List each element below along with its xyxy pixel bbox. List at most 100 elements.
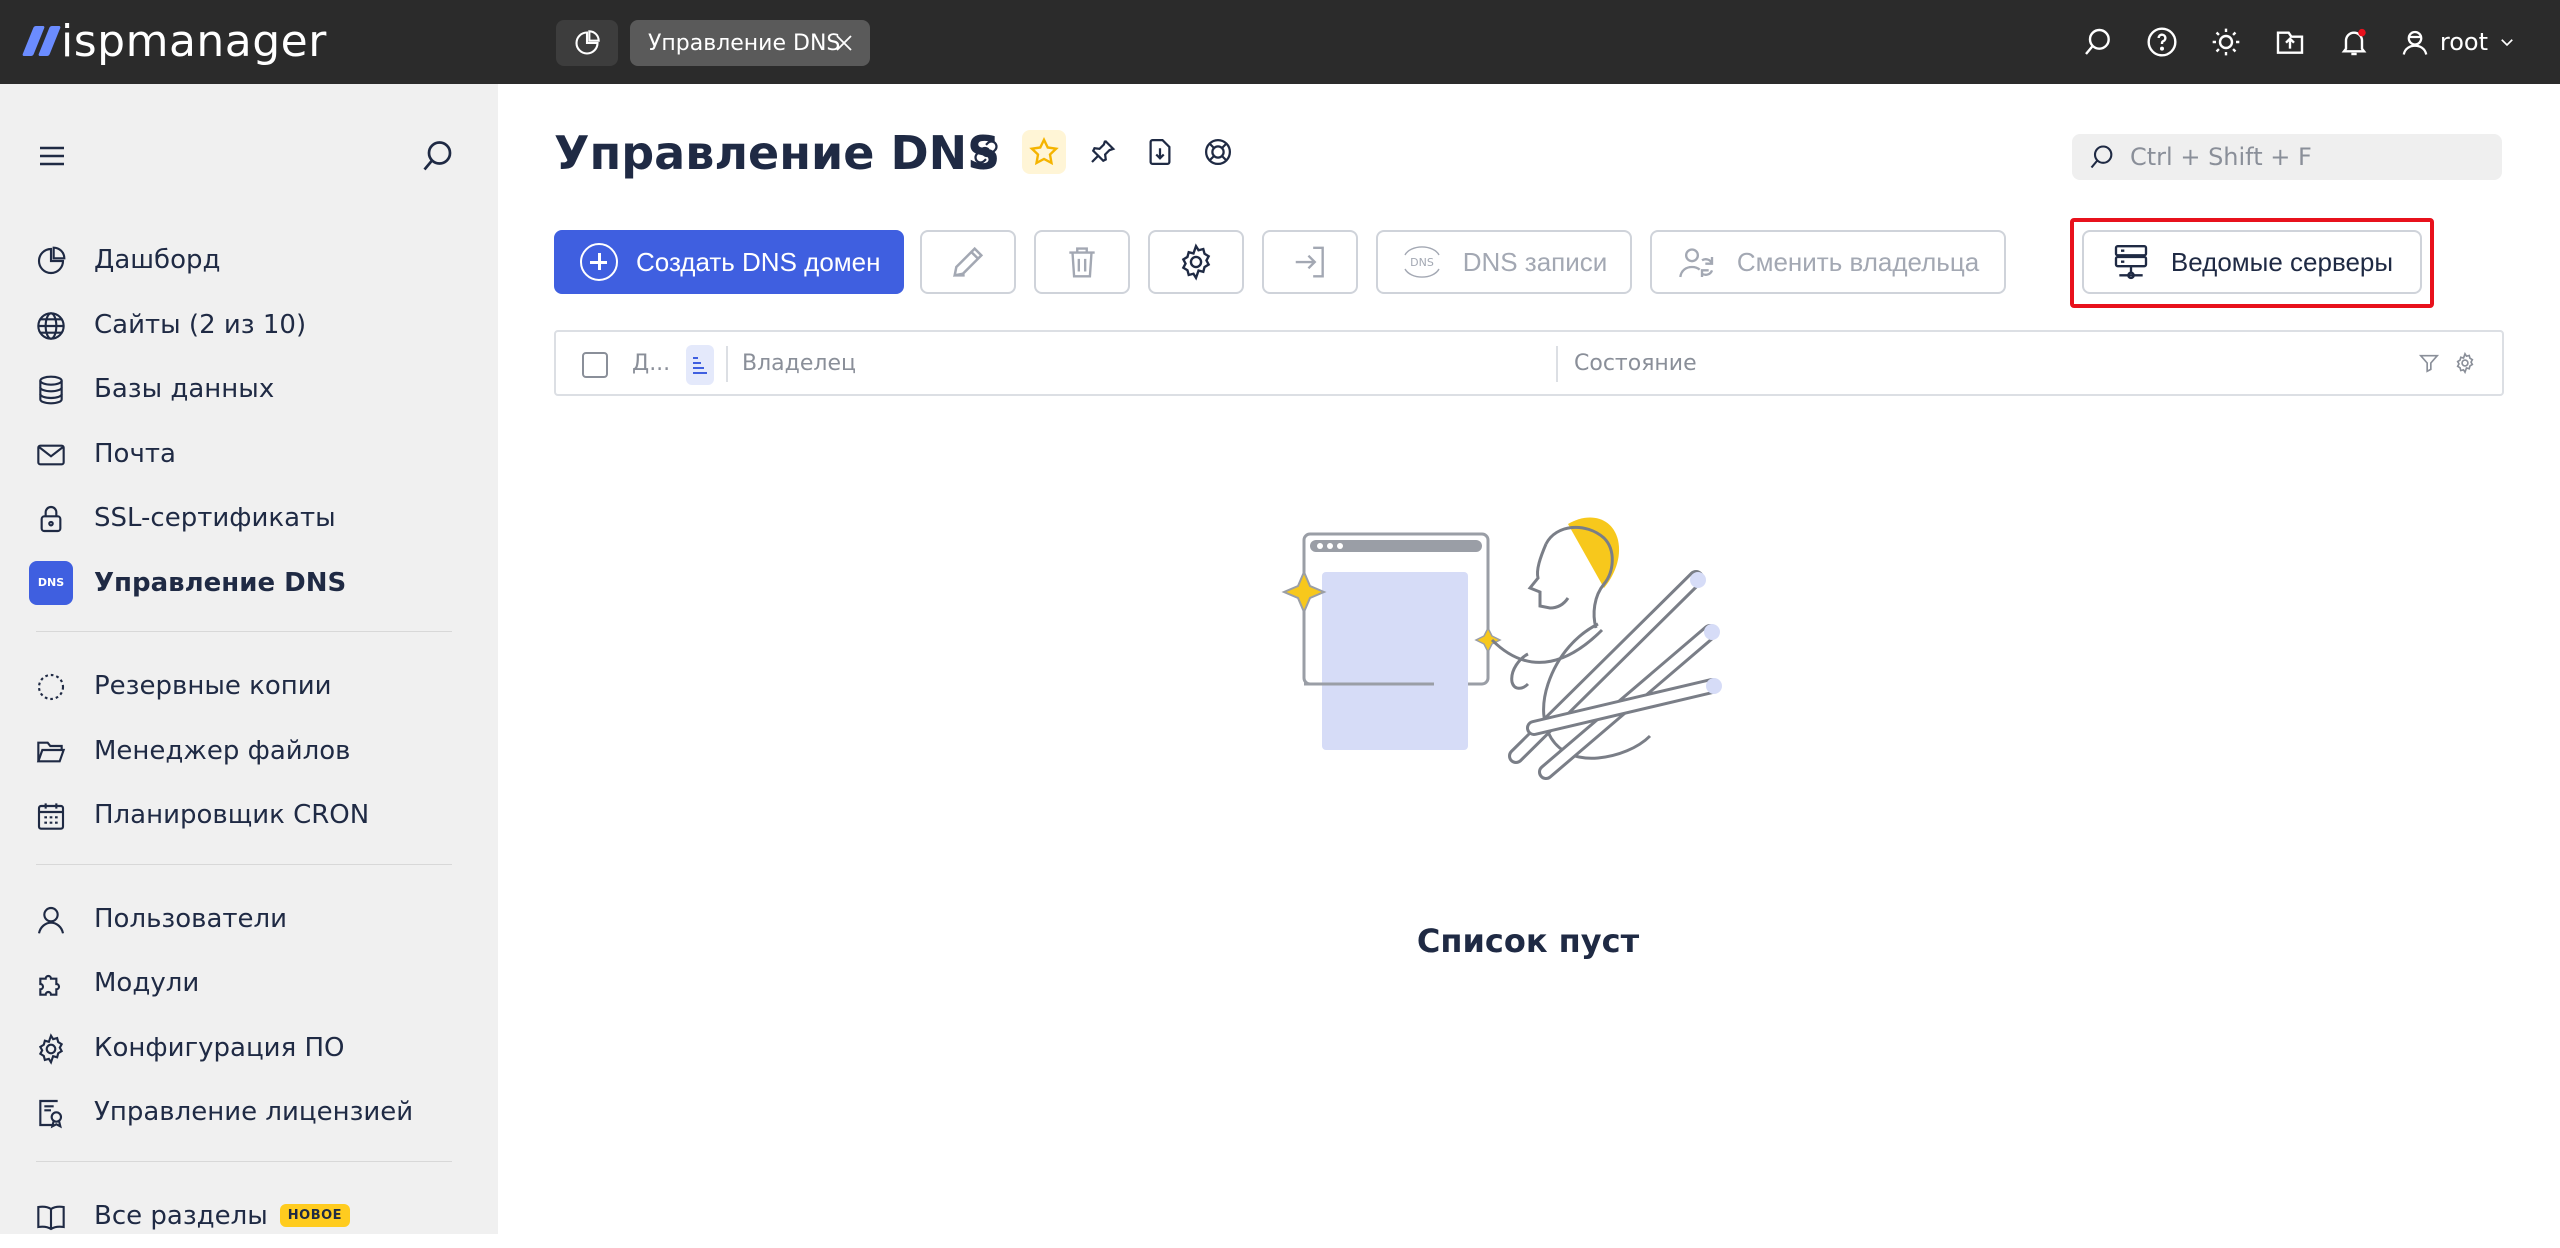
theme-icon[interactable] <box>2208 24 2244 60</box>
tab-label: Управление DNS <box>648 31 840 56</box>
edit-button[interactable] <box>920 230 1016 294</box>
dns-records-icon: DNS <box>1401 245 1443 279</box>
menu-icon[interactable] <box>36 140 68 172</box>
sidebar-item-label: Управление DNS <box>94 568 346 598</box>
support-icon[interactable] <box>1196 130 1240 174</box>
backup-icon <box>34 670 68 704</box>
dns-icon: DNS <box>29 561 73 605</box>
download-icon[interactable] <box>1138 130 1182 174</box>
sidebar-item-label: Все разделы <box>94 1201 268 1231</box>
dns-records-label: DNS записи <box>1463 247 1608 278</box>
sidebar-item-cron[interactable]: Планировщик CRON <box>0 783 498 848</box>
column-header-status[interactable]: Состояние <box>1574 332 1697 394</box>
create-dns-domain-label: Создать DNS домен <box>636 247 880 278</box>
top-bar: ispmanager Управление DNS root <box>0 0 2560 84</box>
user-menu[interactable]: root <box>2400 27 2516 57</box>
logo[interactable]: ispmanager <box>28 14 327 68</box>
pin-icon[interactable] <box>1080 130 1124 174</box>
dns-records-button[interactable]: DNS DNS записи <box>1376 230 1632 294</box>
sidebar-item-file-manager[interactable]: Менеджер файлов <box>0 719 498 784</box>
close-icon[interactable] <box>832 31 856 55</box>
servers-icon <box>2111 242 2151 282</box>
create-dns-domain-button[interactable]: Создать DNS домен <box>554 230 904 294</box>
user-avatar-icon <box>2400 27 2430 57</box>
settings-button[interactable] <box>1148 230 1244 294</box>
sidebar-item-modules[interactable]: Модули <box>0 951 498 1016</box>
search-icon <box>2088 143 2116 171</box>
plus-circle-icon <box>580 243 618 281</box>
dashboard-icon <box>573 29 601 57</box>
sidebar-item-all-sections[interactable]: Все разделы НОВОЕ <box>0 1184 498 1248</box>
tab-dashboard[interactable] <box>556 20 618 66</box>
calendar-icon <box>34 799 68 833</box>
sidebar-item-label: Менеджер файлов <box>94 736 351 766</box>
column-header-domain[interactable]: Д... <box>632 332 670 394</box>
tab-dns-management[interactable]: Управление DNS <box>630 20 870 66</box>
pencil-icon <box>948 242 988 282</box>
search-placeholder: Ctrl + Shift + F <box>2130 143 2312 171</box>
title-actions <box>964 130 1240 174</box>
sidebar-divider <box>36 1161 452 1162</box>
login-icon <box>1291 243 1329 281</box>
column-label: Состояние <box>1574 351 1697 376</box>
sidebar-item-software-config[interactable]: Конфигурация ПО <box>0 1016 498 1081</box>
sidebar-nav-tools: Резервные копии Менеджер файлов Планиров… <box>0 654 498 848</box>
sidebar: Дашборд Сайты (2 из 10) Базы данных Почт… <box>0 84 498 1234</box>
table-settings-icon[interactable] <box>2454 352 2476 374</box>
link-icon[interactable] <box>964 130 1008 174</box>
globe-icon <box>34 309 68 343</box>
dashboard-icon <box>34 244 68 278</box>
enter-button[interactable] <box>1262 230 1358 294</box>
svg-text:DNS: DNS <box>1410 256 1434 269</box>
slave-servers-label: Ведомые серверы <box>2171 247 2393 278</box>
sidebar-item-dashboard[interactable]: Дашборд <box>0 228 498 293</box>
sidebar-divider <box>36 631 452 632</box>
top-icons: root <box>2080 0 2516 84</box>
lock-icon <box>34 502 68 536</box>
sidebar-search-icon[interactable] <box>420 138 456 174</box>
change-owner-label: Сменить владельца <box>1737 247 1979 278</box>
upload-icon[interactable] <box>2272 24 2308 60</box>
sidebar-item-label: Управление лицензией <box>94 1097 413 1127</box>
sidebar-item-label: SSL-сертификаты <box>94 503 336 533</box>
slave-servers-button[interactable]: Ведомые серверы <box>2082 230 2422 294</box>
empty-state: Список пуст <box>998 504 2058 908</box>
sidebar-item-dns[interactable]: DNS Управление DNS <box>0 551 498 616</box>
delete-button[interactable] <box>1034 230 1130 294</box>
search-icon[interactable] <box>2080 24 2116 60</box>
global-search-input[interactable]: Ctrl + Shift + F <box>2072 134 2502 180</box>
sidebar-item-ssl[interactable]: SSL-сертификаты <box>0 486 498 551</box>
sidebar-item-mail[interactable]: Почта <box>0 422 498 487</box>
change-owner-icon <box>1677 242 1717 282</box>
book-icon <box>34 1200 68 1234</box>
sidebar-nav: Дашборд Сайты (2 из 10) Базы данных Почт… <box>0 228 498 615</box>
sidebar-item-label: Пользователи <box>94 904 287 934</box>
sidebar-nav-admin: Пользователи Модули Конфигурация ПО Упра… <box>0 887 498 1145</box>
column-label: Владелец <box>742 351 856 376</box>
sidebar-item-sites[interactable]: Сайты (2 из 10) <box>0 293 498 358</box>
sidebar-divider <box>36 864 452 865</box>
sort-icon[interactable] <box>686 345 714 385</box>
column-divider[interactable] <box>1556 346 1558 382</box>
sidebar-item-backups[interactable]: Резервные копии <box>0 654 498 719</box>
license-icon <box>34 1096 68 1130</box>
main-content: Управление DNS Ctrl + Shift + F Создать … <box>498 84 2560 1234</box>
trash-icon <box>1063 243 1101 281</box>
column-divider[interactable] <box>726 346 728 382</box>
column-header-owner[interactable]: Владелец <box>742 332 856 394</box>
database-icon <box>34 373 68 407</box>
star-icon[interactable] <box>1022 130 1066 174</box>
empty-list-message: Список пуст <box>998 922 2058 960</box>
sidebar-item-databases[interactable]: Базы данных <box>0 357 498 422</box>
page-title: Управление DNS <box>554 126 1000 180</box>
user-name: root <box>2440 28 2488 56</box>
puzzle-icon <box>34 967 68 1001</box>
change-owner-button[interactable]: Сменить владельца <box>1650 230 2006 294</box>
help-icon[interactable] <box>2144 24 2180 60</box>
sidebar-item-users[interactable]: Пользователи <box>0 887 498 952</box>
sidebar-item-label: Резервные копии <box>94 671 332 701</box>
notification-icon[interactable] <box>2336 24 2372 60</box>
select-all-checkbox[interactable] <box>582 352 608 378</box>
filter-icon[interactable] <box>2418 352 2440 374</box>
sidebar-item-license[interactable]: Управление лицензией <box>0 1080 498 1145</box>
